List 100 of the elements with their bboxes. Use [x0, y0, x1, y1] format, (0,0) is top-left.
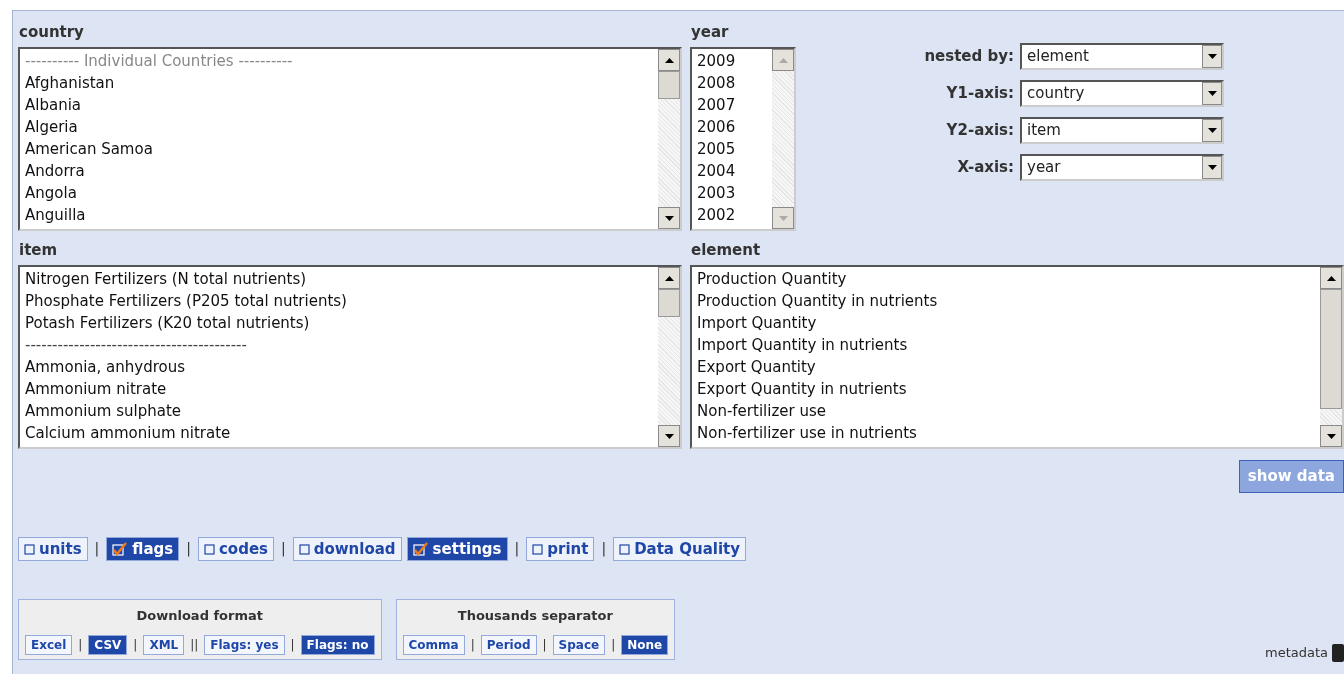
list-heading: ---------- Individual Countries ---------- [25, 51, 294, 72]
dropdown-field[interactable]: item [1020, 117, 1224, 144]
scroll-up-button[interactable] [658, 49, 680, 71]
option-button[interactable]: Flags: yes [204, 635, 285, 655]
option-button[interactable]: Period [480, 635, 537, 655]
separator-text: | [610, 637, 617, 654]
scroll-up-button[interactable] [658, 267, 680, 289]
list-option[interactable]: Calcium ammonium nitrate [25, 422, 658, 444]
scroll-up-button[interactable] [1320, 267, 1342, 289]
list-option[interactable]: Ammonium nitrate [25, 378, 658, 400]
list-option[interactable]: Phosphate Fertilizers (P205 total nutrients) [25, 290, 658, 312]
setting-label: nested by: [924, 46, 1014, 68]
scroll-down-button[interactable] [658, 207, 680, 229]
list-option[interactable]: Production Quantity in nutrients [697, 290, 1320, 312]
setting-label: Y2-axis: [946, 120, 1014, 142]
list-option[interactable]: Angola [25, 182, 658, 204]
list-option[interactable]: 2007 [697, 94, 772, 116]
list-box[interactable]: Production Quantity Production Quantity in nutrients Import Quantity Import Quantity in nutrients Export Quantity Export Quantity in nutrients Non-fertilizer use Non-fertilizer use in nutrients [690, 265, 1344, 449]
toggle-button[interactable]: settings [406, 536, 508, 561]
option-button[interactable]: Space [552, 635, 606, 655]
metadata-link[interactable]: metadata [1265, 642, 1328, 662]
triangle-down-icon [1207, 54, 1217, 59]
scrollbar[interactable] [1320, 267, 1342, 447]
list-option[interactable]: Non-fertilizer use in nutrients [697, 422, 1320, 444]
checked-box-icon [112, 541, 129, 556]
list-option[interactable]: Production Quantity [697, 268, 1320, 290]
list-option[interactable]: 2005 [697, 138, 772, 160]
triangle-down-icon [1326, 433, 1336, 439]
list-option[interactable]: 2002 [697, 204, 772, 226]
scroll-down-button[interactable] [658, 425, 680, 447]
list-option[interactable]: Non-fertilizer use [697, 400, 1320, 422]
option-button[interactable]: Comma [402, 635, 465, 655]
list-option[interactable]: Ammonia, anhydrous [25, 356, 658, 378]
dropdown-field[interactable]: element [1020, 43, 1224, 70]
triangle-down-icon [778, 215, 788, 221]
list-option[interactable]: Export Quantity in nutrients [697, 378, 1320, 400]
separator-text: | [513, 539, 521, 559]
scrollbar-thumb[interactable] [1320, 289, 1342, 409]
list-option[interactable]: Export Quantity [697, 356, 1320, 378]
toggle-button[interactable]: Data Quality [613, 536, 746, 561]
toggle-button[interactable]: units [18, 536, 88, 561]
scroll-down-button[interactable] [1320, 425, 1342, 447]
triangle-up-icon [778, 57, 788, 63]
triangle-up-icon [664, 275, 674, 281]
list-option[interactable]: Import Quantity in nutrients [697, 334, 1320, 356]
scrollbar-thumb[interactable] [658, 71, 680, 99]
dropdown-field[interactable]: country [1020, 80, 1224, 107]
separator-text: || [189, 637, 200, 654]
option-button[interactable]: CSV [88, 635, 128, 655]
list-label: item [19, 240, 59, 261]
separator-text: | [132, 637, 139, 654]
triangle-down-icon [1207, 128, 1217, 133]
list-option[interactable]: Anguilla [25, 204, 658, 226]
separator-text: | [185, 539, 192, 559]
list-box[interactable] [18, 265, 682, 449]
list-option[interactable]: 2009 [697, 50, 772, 72]
triangle-up-icon [664, 57, 674, 63]
list-box[interactable]: ---------- Individual Countries ---------- Afghanistan Albania Algeria American Samoa Andorra Angola Anguilla [18, 47, 682, 231]
list-option[interactable]: American Samoa [25, 138, 658, 160]
list-label: country [19, 22, 85, 43]
list-option[interactable]: Andorra [25, 160, 658, 182]
option-button[interactable]: Flags: no [300, 635, 375, 655]
scrollbar-thumb[interactable] [658, 289, 680, 317]
separator-text: | [541, 637, 548, 654]
list-option[interactable]: Import Quantity [697, 312, 1320, 334]
scrollbar[interactable] [658, 49, 680, 229]
list-option[interactable]: Potash Fertilizers (K20 total nutrients) [25, 312, 658, 334]
checkbox-icon [24, 541, 35, 556]
separator-text: | [77, 637, 84, 654]
list-option[interactable]: 2006 [697, 116, 772, 138]
option-button[interactable]: XML [143, 635, 185, 655]
panel-title: Download format [135, 606, 264, 625]
toggle-button[interactable]: print [526, 536, 595, 561]
list-option[interactable]: Afghanistan [25, 72, 658, 94]
separator-text: | [469, 637, 476, 654]
setting-label: X-axis: [957, 157, 1014, 179]
option-button[interactable]: None [621, 635, 669, 655]
option-button[interactable]: Excel [25, 635, 73, 655]
list-box[interactable]: 2009 2008 2007 2006 2005 2004 2003 2002 [690, 47, 796, 231]
list-option[interactable]: 2003 [697, 182, 772, 204]
list-option[interactable]: Algeria [25, 116, 658, 138]
checkbox-icon [298, 541, 310, 556]
toggle-button[interactable]: download [292, 536, 402, 561]
list-option[interactable]: Ammonium sulphate [25, 400, 658, 422]
scrollbar[interactable] [658, 267, 680, 447]
separator-text: | [600, 539, 608, 559]
separator-text: | [289, 637, 296, 654]
checkbox-icon [532, 541, 544, 556]
checkbox-icon [619, 541, 631, 556]
list-option[interactable]: 2008 [697, 72, 772, 94]
list-option[interactable]: Albania [25, 94, 658, 116]
dropdown-field[interactable]: year [1020, 154, 1224, 181]
toggle-button[interactable]: flags [106, 536, 180, 561]
triangle-down-icon [664, 433, 674, 439]
toggle-button[interactable]: codes [197, 536, 274, 561]
triangle-down-icon [664, 215, 674, 221]
separator-text: | [280, 539, 287, 559]
list-option[interactable]: 2004 [697, 160, 772, 182]
triangle-up-icon [1326, 275, 1336, 281]
list-option[interactable]: Nitrogen Fertilizers (N total nutrients) [25, 268, 658, 290]
